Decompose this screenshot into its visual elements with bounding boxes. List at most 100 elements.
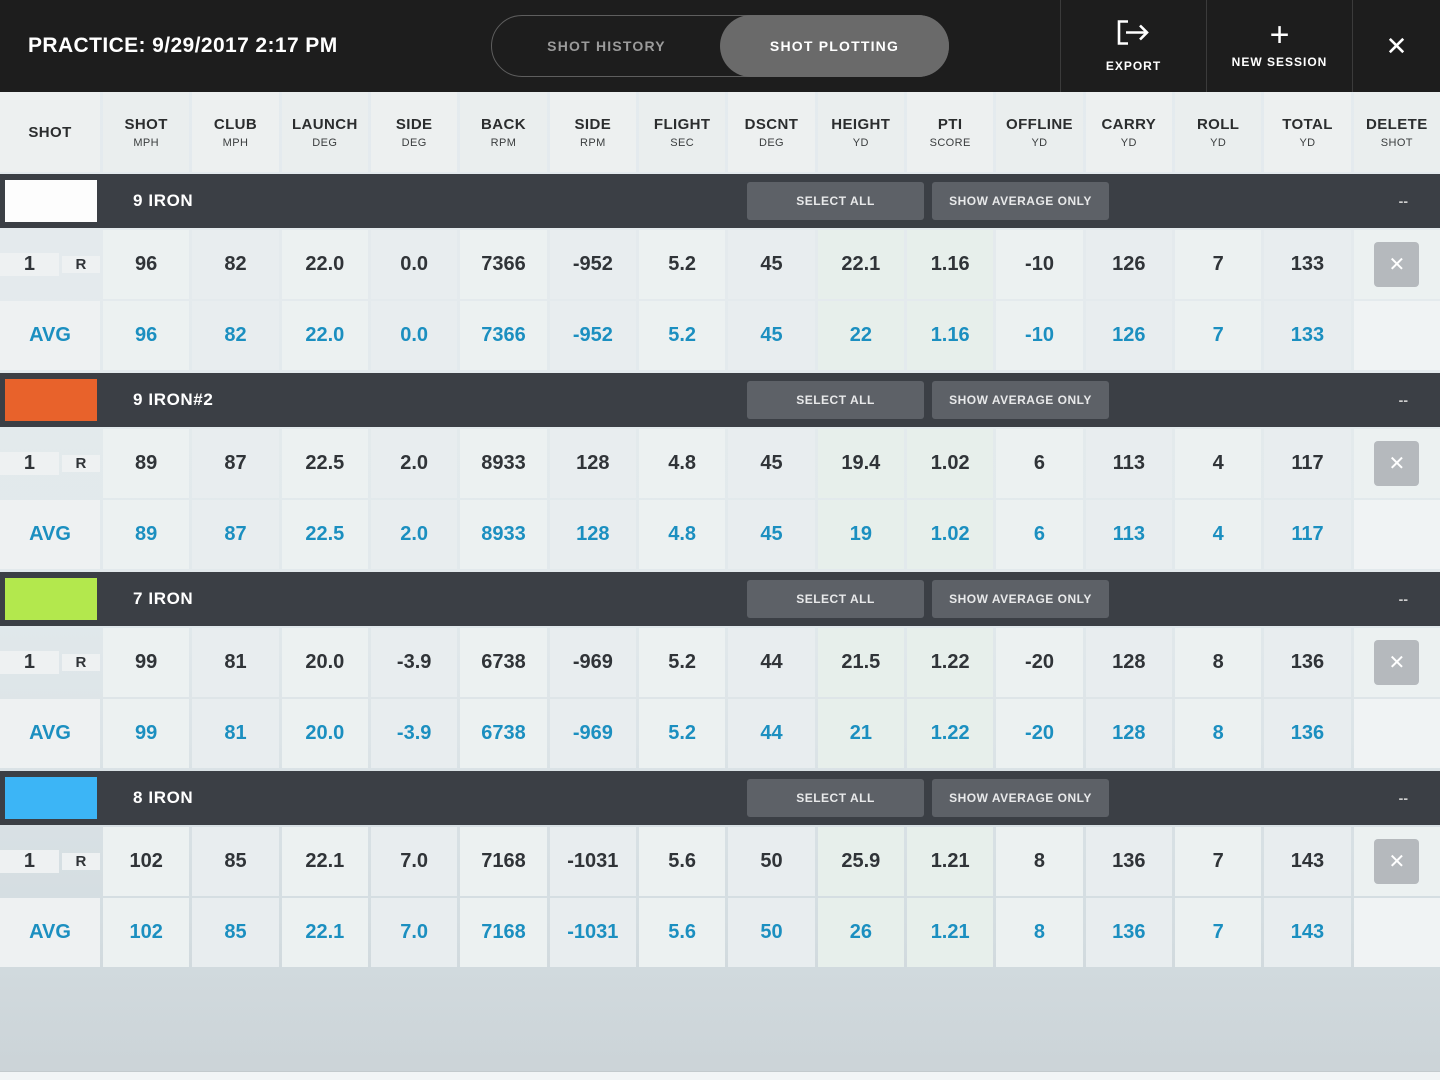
- shot-value-cell: 113: [1086, 429, 1172, 498]
- column-unit: RPM: [491, 137, 517, 149]
- column-header-flight-sec: FLIGHTSEC: [639, 92, 725, 172]
- select-all-button[interactable]: SELECT ALL: [747, 580, 924, 618]
- column-label: CLUB: [214, 116, 257, 133]
- delete-shot-cell: ✕: [1354, 230, 1440, 299]
- column-header-roll-yd: ROLLYD: [1175, 92, 1261, 172]
- shot-value-cell: 44: [728, 628, 814, 697]
- column-header-back-rpm: BACKRPM: [460, 92, 546, 172]
- average-value-cell: 89: [103, 500, 189, 569]
- delete-shot-button[interactable]: ✕: [1374, 242, 1419, 287]
- average-value-cell: 117: [1264, 500, 1350, 569]
- column-unit: MPH: [133, 137, 159, 149]
- average-value-cell: 5.2: [639, 301, 725, 370]
- tab-shot-plotting[interactable]: SHOT PLOTTING: [720, 15, 949, 77]
- column-header-offline-yd: OFFLINEYD: [996, 92, 1082, 172]
- column-label: ROLL: [1197, 116, 1239, 133]
- delete-shot-cell: ✕: [1354, 429, 1440, 498]
- show-average-only-button[interactable]: SHOW AVERAGE ONLY: [932, 580, 1109, 618]
- average-value-cell: -3.9: [371, 699, 457, 768]
- average-value-cell: 7.0: [371, 898, 457, 967]
- shot-row: 1R1028522.17.07168-10315.65025.91.218136…: [0, 827, 1440, 896]
- shot-hand-cell: R: [62, 455, 100, 472]
- show-average-only-button[interactable]: SHOW AVERAGE ONLY: [932, 182, 1109, 220]
- close-button[interactable]: ✕: [1352, 0, 1440, 92]
- section-collapse-control[interactable]: --: [1399, 193, 1408, 209]
- average-value-cell: 8: [1175, 699, 1261, 768]
- shot-value-cell: 5.2: [639, 628, 725, 697]
- shot-value-cell: 20.0: [282, 628, 368, 697]
- average-value-cell: 136: [1086, 898, 1172, 967]
- delete-shot-button[interactable]: ✕: [1374, 839, 1419, 884]
- shot-value-cell: 1.22: [907, 628, 993, 697]
- average-value-cell: 22.5: [282, 500, 368, 569]
- average-value-cell: 7168: [460, 898, 546, 967]
- shot-value-cell: 22.0: [282, 230, 368, 299]
- shot-value-cell: 5.6: [639, 827, 725, 896]
- average-value-cell: -952: [550, 301, 636, 370]
- shot-value-cell: 102: [103, 827, 189, 896]
- section-header-7-iron: 7 IRON SELECT ALLSHOW AVERAGE ONLY --: [0, 572, 1440, 626]
- column-unit: SEC: [670, 137, 694, 149]
- column-header-delete-shot: DELETESHOT: [1354, 92, 1440, 172]
- shot-id-cell: 1R: [0, 230, 100, 299]
- column-header-shot-mph: SHOTMPH: [103, 92, 189, 172]
- average-label: AVG: [0, 699, 100, 768]
- section-collapse-control[interactable]: --: [1399, 392, 1408, 408]
- club-name: 7 IRON: [133, 589, 193, 609]
- show-average-only-button[interactable]: SHOW AVERAGE ONLY: [932, 779, 1109, 817]
- column-header-carry-yd: CARRYYD: [1086, 92, 1172, 172]
- delete-shot-button[interactable]: ✕: [1374, 441, 1419, 486]
- section-header-9-iron-2: 9 IRON#2SELECT ALLSHOW AVERAGE ONLY--: [0, 373, 1440, 427]
- new-session-button[interactable]: + NEW SESSION: [1206, 0, 1352, 92]
- column-label: DSCNT: [745, 116, 799, 133]
- shot-value-cell: 6: [996, 429, 1082, 498]
- average-value-cell: 22: [818, 301, 904, 370]
- shot-value-cell: 117: [1264, 429, 1350, 498]
- shot-value-cell: 96: [103, 230, 189, 299]
- column-label: LAUNCH: [292, 116, 358, 133]
- shot-value-cell: -10: [996, 230, 1082, 299]
- column-unit: DEG: [759, 137, 784, 149]
- shot-value-cell: 21.5: [818, 628, 904, 697]
- average-value-cell: 128: [1086, 699, 1172, 768]
- column-label: SHOT: [28, 124, 71, 141]
- average-label: AVG: [0, 500, 100, 569]
- show-average-only-button[interactable]: SHOW AVERAGE ONLY: [932, 381, 1109, 419]
- average-value-cell: 45: [728, 500, 814, 569]
- average-value-cell: 87: [192, 500, 278, 569]
- average-value-cell: 8933: [460, 500, 546, 569]
- shot-value-cell: 82: [192, 230, 278, 299]
- select-all-button[interactable]: SELECT ALL: [747, 779, 924, 817]
- average-value-cell: 19: [818, 500, 904, 569]
- average-value-cell: 99: [103, 699, 189, 768]
- shot-value-cell: 45: [728, 230, 814, 299]
- average-value-cell: 6738: [460, 699, 546, 768]
- section-collapse-control[interactable]: --: [1399, 790, 1408, 806]
- column-header-club-mph: CLUBMPH: [192, 92, 278, 172]
- shot-number: 1: [24, 253, 35, 276]
- delete-shot-cell: ✕: [1354, 628, 1440, 697]
- shot-value-cell: 7.0: [371, 827, 457, 896]
- shot-value-cell: 7: [1175, 230, 1261, 299]
- club-name: 9 IRON: [133, 191, 193, 211]
- column-label: OFFLINE: [1006, 116, 1073, 133]
- export-button[interactable]: EXPORT: [1060, 0, 1206, 92]
- average-row: AVG968222.00.07366-9525.245221.16-101267…: [0, 301, 1440, 370]
- average-value-cell: 1.02: [907, 500, 993, 569]
- column-unit: YD: [1299, 137, 1315, 149]
- shot-value-cell: 7168: [460, 827, 546, 896]
- average-delete-placeholder: [1354, 699, 1440, 768]
- tab-shot-history[interactable]: SHOT HISTORY: [492, 16, 721, 76]
- select-all-button[interactable]: SELECT ALL: [747, 381, 924, 419]
- average-value-cell: 5.2: [639, 699, 725, 768]
- column-header-launch-deg: LAUNCHDEG: [282, 92, 368, 172]
- section-collapse-control[interactable]: --: [1399, 591, 1408, 607]
- column-header-pti-score: PTISCORE: [907, 92, 993, 172]
- delete-shot-button[interactable]: ✕: [1374, 640, 1419, 685]
- column-header-height-yd: HEIGHTYD: [818, 92, 904, 172]
- table-header-row: SHOTSHOTMPHCLUBMPHLAUNCHDEGSIDEDEGBACKRP…: [0, 92, 1440, 172]
- select-all-button[interactable]: SELECT ALL: [747, 182, 924, 220]
- column-label: DELETE: [1366, 116, 1428, 133]
- shot-value-cell: 8933: [460, 429, 546, 498]
- average-value-cell: 136: [1264, 699, 1350, 768]
